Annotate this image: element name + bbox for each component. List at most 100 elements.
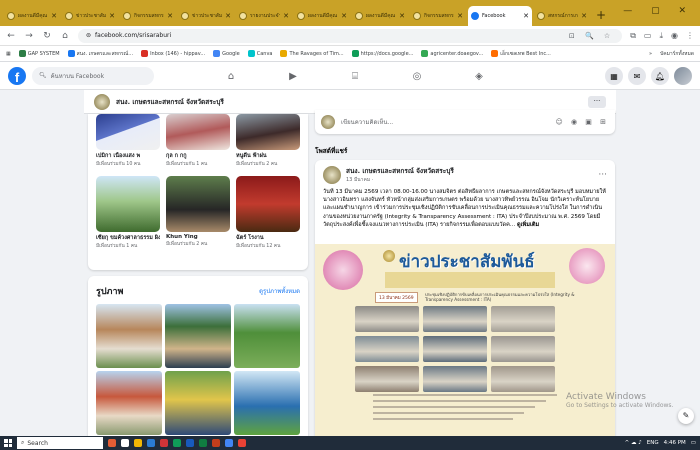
back-icon[interactable]: ←: [6, 31, 16, 41]
tab-close-icon[interactable]: ✕: [523, 12, 529, 20]
page-avatar[interactable]: [94, 93, 110, 110]
friend-photo[interactable]: [236, 114, 300, 150]
messenger-icon[interactable]: ✉: [628, 67, 646, 85]
photo-thumbnail[interactable]: [234, 304, 300, 368]
bookmark-item[interactable]: Inbox (146) - hippav...: [141, 50, 205, 57]
friend-item[interactable]: ฉัตร์ โรงาน มีเพื่อนร่วมกัน 12 คน: [236, 176, 300, 256]
tab-close-icon[interactable]: ✕: [581, 12, 587, 20]
taskbar-app-icon[interactable]: [160, 439, 168, 447]
taskbar-app-icon[interactable]: [173, 439, 181, 447]
friend-item[interactable]: เซียกุ ขมค้วงศาลาธรรม ผิงวายมีเพื่อนร่วม…: [96, 176, 160, 256]
language-indicator[interactable]: ENG: [647, 440, 659, 446]
page-name[interactable]: สนง. เกษตรและสหกรณ์ จังหวัดสระบุรี: [116, 97, 224, 107]
taskbar-app-icon[interactable]: [121, 439, 129, 447]
bookmarks-overflow-button[interactable]: »: [649, 51, 652, 57]
new-tab-button[interactable]: +: [596, 8, 606, 22]
tab-close-icon[interactable]: ✕: [225, 12, 231, 20]
gaming-icon[interactable]: ◈: [448, 62, 510, 90]
clock[interactable]: 4:46 PM: [664, 440, 686, 446]
browser-tab[interactable]: รายงานประจำเดือน✕: [236, 6, 292, 26]
apps-grid-icon[interactable]: ▦: [6, 51, 11, 57]
taskbar-app-icon[interactable]: [108, 439, 116, 447]
bookmark-item[interactable]: สนง. เกษตรและสหกรณ์...: [67, 50, 133, 58]
bookmark-item[interactable]: Google: [213, 50, 240, 57]
tab-close-icon[interactable]: ✕: [341, 12, 347, 20]
taskbar-app-icon[interactable]: [147, 439, 155, 447]
friend-photo[interactable]: [96, 114, 160, 150]
forward-icon[interactable]: →: [24, 31, 34, 41]
browser-tab[interactable]: ข่าวประชาสัมพันธ์✕: [178, 6, 234, 26]
bookmark-item[interactable]: GAP SYSTEM: [18, 50, 60, 57]
friend-item[interactable]: Khun Ying มีเพื่อนร่วมกัน 2 คน: [166, 176, 230, 256]
groups-icon[interactable]: ◎: [386, 62, 448, 90]
browser-tab[interactable]: ผลงานดีมีคุณ ✕: [352, 6, 408, 26]
friend-name[interactable]: หนูดีน ฟ้าฝน: [236, 152, 300, 160]
notification-center-icon[interactable]: ▭: [691, 440, 696, 446]
browser-tab[interactable]: สหกรณ์การเกษตร✕: [534, 6, 590, 26]
tab-close-icon[interactable]: ✕: [109, 12, 115, 20]
browser-tab[interactable]: ข่าวประชาสัมพันธ์✕: [62, 6, 118, 26]
site-info-icon[interactable]: ⊜: [86, 32, 91, 39]
taskbar-app-icon[interactable]: [134, 439, 142, 447]
video-icon[interactable]: ▶: [262, 62, 324, 90]
menu-grid-icon[interactable]: ▦: [605, 67, 623, 85]
reload-icon[interactable]: ↻: [42, 31, 52, 41]
friend-name[interactable]: เซียกุ ขมค้วงศาลาธรรม ผิงวาย: [96, 234, 160, 242]
tab-close-icon[interactable]: ✕: [167, 12, 173, 20]
facebook-logo[interactable]: f: [8, 66, 26, 85]
friend-name[interactable]: กุล ก กกู: [166, 152, 230, 160]
tab-close-icon[interactable]: ✕: [399, 12, 405, 20]
compose-message-icon[interactable]: ✎: [678, 408, 694, 424]
bookmark-item[interactable]: The Ravages of Tim...: [280, 50, 344, 57]
facebook-search-input[interactable]: 🔍︎ ค้นหาบน Facebook: [32, 66, 154, 85]
see-all-photos-link[interactable]: ดูรูปภาพทั้งหมด: [259, 286, 300, 296]
browser-tab[interactable]: กิจกรรมสหกรณ์✕: [410, 6, 466, 26]
omnibox-actions-icons[interactable]: ⊡ 🔍 ☆: [569, 32, 614, 40]
profile-icon[interactable]: ◉: [671, 31, 678, 40]
marketplace-icon[interactable]: ⌸: [324, 62, 386, 90]
friend-photo[interactable]: [166, 114, 230, 150]
browser-tab[interactable]: ผลงานดีมีคุณ ✕: [294, 6, 350, 26]
bookmark-item[interactable]: Canva: [247, 50, 272, 57]
browser-tab[interactable]: Facebook ✕: [468, 6, 532, 26]
photo-thumbnail[interactable]: [165, 304, 231, 368]
home-icon[interactable]: ⌂: [200, 62, 262, 90]
friend-item[interactable]: หนูดีน ฟ้าฝน มีเพื่อนร่วมกัน 2 คน: [236, 114, 300, 176]
tray-icons[interactable]: ^ ☁ ♪: [625, 440, 642, 446]
post-date[interactable]: 13 มีนาคม ·: [346, 176, 454, 184]
notifications-icon[interactable]: 🔔︎: [651, 67, 669, 85]
friend-photo[interactable]: [236, 176, 300, 232]
composer-placeholder[interactable]: เขียนความคิดเห็น...: [341, 117, 393, 127]
friend-name[interactable]: เปมิกา เนื่องแสง พ: [96, 152, 160, 160]
photo-thumbnail[interactable]: [96, 304, 162, 368]
post-options-button[interactable]: ···: [598, 170, 607, 180]
tab-close-icon[interactable]: ✕: [283, 12, 289, 20]
taskbar-search-input[interactable]: ⌕ Search: [17, 437, 103, 449]
extensions-icon[interactable]: ⧉: [630, 31, 636, 41]
browser-tab[interactable]: ผลงานดีมีคุณ ✕: [4, 6, 60, 26]
taskbar-app-icon[interactable]: [212, 439, 220, 447]
post-author-avatar[interactable]: [323, 166, 341, 184]
account-avatar[interactable]: [674, 67, 692, 85]
windows-start-icon[interactable]: [4, 439, 12, 447]
bookmark-item[interactable]: agricenter.doaegov...: [421, 50, 483, 57]
friend-photo[interactable]: [166, 176, 230, 232]
sidebar-icon[interactable]: ▭: [644, 31, 652, 40]
tab-close-icon[interactable]: ✕: [51, 12, 57, 20]
friend-photo[interactable]: [96, 176, 160, 232]
composer-tool-icons[interactable]: ☺ ◉ ▣ ⊞: [555, 118, 609, 126]
photo-thumbnail[interactable]: [165, 371, 231, 435]
taskbar-app-icon[interactable]: [238, 439, 246, 447]
taskbar-app-icon[interactable]: [225, 439, 233, 447]
taskbar-app-icon[interactable]: [199, 439, 207, 447]
friend-item[interactable]: กุล ก กกู มีเพื่อนร่วมกัน 1 คน: [166, 114, 230, 176]
post-author-name[interactable]: สนง. เกษตรและสหกรณ์ จังหวัดสระบุรี: [346, 166, 454, 176]
page-more-button[interactable]: ···: [588, 95, 606, 108]
friend-name[interactable]: ฉัตร์ โรงาน: [236, 234, 300, 242]
url-input[interactable]: ⊜ facebook.com/srisaraburi ⊡ 🔍 ☆: [78, 28, 623, 43]
window-controls[interactable]: — ▢ ✕: [623, 6, 694, 16]
bookmark-item[interactable]: https://docs.google...: [351, 50, 413, 57]
home-button-icon[interactable]: ⌂: [60, 31, 70, 41]
comment-composer[interactable]: เขียนความคิดเห็น... ☺ ◉ ▣ ⊞: [315, 110, 615, 134]
post-image[interactable]: ข่าวประชาสัมพันธ์ 13 มีนาคม 2569 ประชุมเ…: [315, 244, 615, 440]
